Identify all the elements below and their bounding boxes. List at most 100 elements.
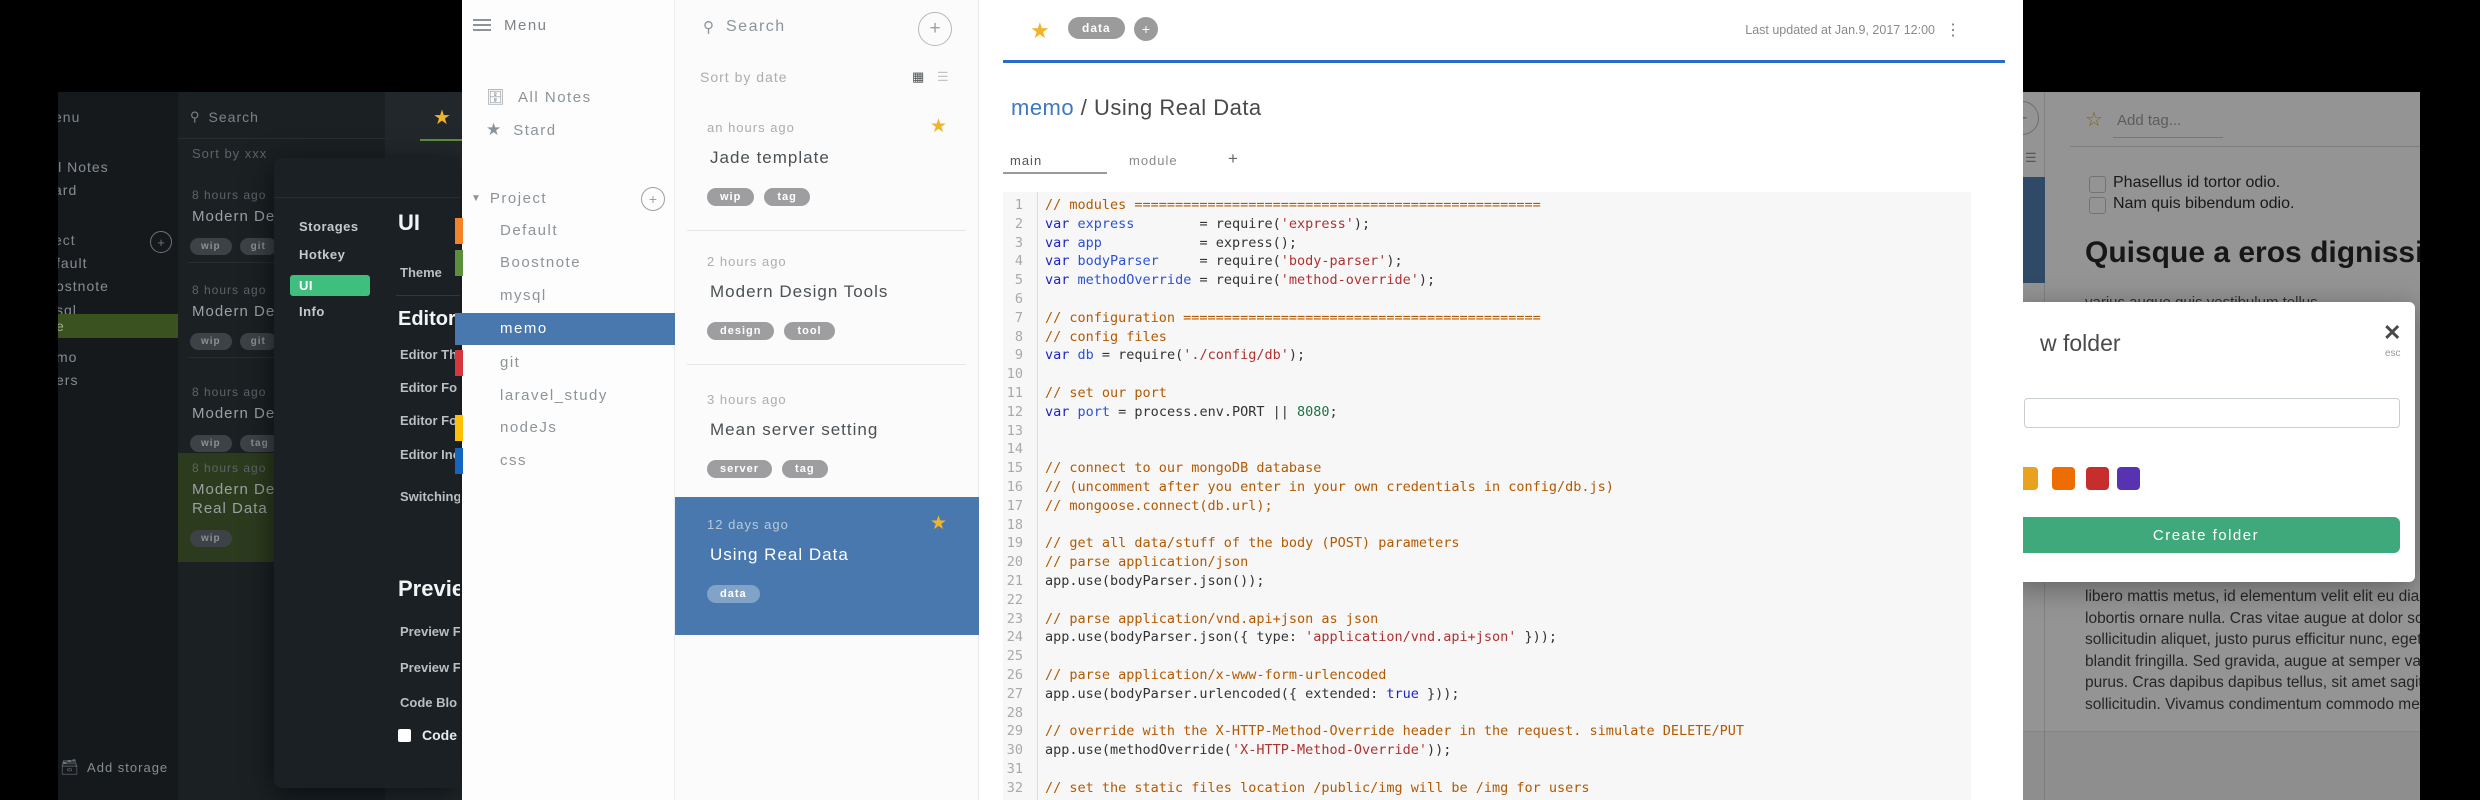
note-tag-pill[interactable]: data [1068,17,1125,39]
project-label: Project [489,190,548,207]
sidebar-item-Boostnote[interactable]: Boostnote [455,247,675,279]
note-card[interactable]: 3 hours ago Mean server setting server tag [675,372,979,500]
color-swatch[interactable] [2086,467,2109,490]
add-tag-button[interactable]: + [1134,17,1158,41]
sidebar-item-memo[interactable]: memo [455,313,675,345]
sidebar-item-all-notes[interactable]: 🗄 All Notes [486,88,592,107]
line-number: 22 [1006,591,1023,608]
line-number: 18 [1006,516,1023,533]
note-title: Real Data [192,500,268,517]
dark-sidebar-item[interactable]: fault [58,255,87,271]
code-line: // (uncomment after you enter in your ow… [1045,478,1614,495]
note-time: 12 days ago [707,517,789,532]
search-placeholder: Search [726,18,786,35]
note-tags: wip [190,528,240,547]
new-tab-button[interactable]: + [1228,149,1238,169]
page-title: memo / Using Real Data [1011,95,1262,121]
archive-icon: 🗄 [486,89,506,106]
star-icon[interactable]: ★ [930,512,947,535]
popup-nav-item[interactable]: Storages [299,219,359,234]
dark-project-label[interactable]: ect [58,232,76,248]
sidebar-item-mysql[interactable]: mysql [455,280,675,312]
popup-setting-row: Editor Fo [400,380,458,395]
tag-pill: tag [782,460,828,478]
title-folder-link[interactable]: memo [1011,95,1074,120]
sidebar-item-label: mysql [500,287,547,304]
popup-checkbox[interactable] [398,729,411,742]
dark-sort-label[interactable]: Sort by xxx [192,146,267,161]
sidebar-item-laravel_study[interactable]: laravel_study [455,380,675,412]
note-card[interactable]: 2 hours ago Modern Design Tools design tool [675,234,979,362]
note-card[interactable]: an hours ago ★ Jade template wip tag [675,100,979,228]
right-window: + ☰ ☆ Add tag... Phasellus id tortor odi… [2023,92,2420,800]
dark-sidebar-item-starred[interactable]: ard [58,182,77,198]
code-line: // config files [1045,328,1167,345]
sidebar-item-nodeJs[interactable]: nodeJs [455,412,675,444]
dark-add-storage[interactable]: 🗃 Add storage [60,758,168,776]
star-icon[interactable]: ★ [930,115,947,138]
dark-sidebar-item[interactable]: mo [58,349,77,365]
sort-selector[interactable]: Sort by date [700,69,788,85]
kebab-menu-icon[interactable]: ⋮ [1945,20,1961,40]
tag-pill: wip [190,435,232,452]
code-line: app.use(bodyParser.urlencoded({ extended… [1045,685,1460,702]
divider [687,364,966,365]
tab-module[interactable]: module [1129,153,1178,168]
note-card-selected[interactable]: 12 days ago ★ Using Real Data data [675,497,979,635]
popup-nav-item[interactable]: Info [299,304,325,319]
add-folder-button[interactable]: + [641,187,665,211]
all-notes-label: All Notes [518,88,592,106]
popup-nav-item[interactable]: Hotkey [299,247,345,262]
tag-pill: git [239,333,277,350]
sidebar-item-git[interactable]: git [455,347,675,379]
note-tags: data [707,584,770,603]
tab-main[interactable]: main [1010,153,1042,168]
code-line: // set the static files location /public… [1045,779,1590,796]
sidebar-item-starred[interactable]: ★ Stard [486,120,557,140]
line-number: 23 [1006,610,1023,627]
tag-pill: server [707,460,773,478]
note-time: an hours ago [707,120,795,135]
code-line: // parse application/x-www-form-urlencod… [1045,666,1387,683]
color-swatch[interactable] [2117,467,2140,490]
menu-toggle[interactable]: Menu [473,16,548,34]
sidebar-item-css[interactable]: css [455,445,675,477]
note-title: Modern Design Tools [710,282,889,301]
dark-sidebar-item-all-notes[interactable]: ll Notes [58,159,109,175]
dark-search-field[interactable]: ⚲ Search [190,109,259,125]
tag-pill: wip [190,238,232,255]
list-view-icon[interactable]: ☰ [937,69,949,85]
code-line: // modules =============================… [1045,197,1541,213]
line-number: 3 [1014,234,1023,251]
dialog-title: w folder [2040,330,2121,356]
color-swatch[interactable] [2052,467,2075,490]
code-editor[interactable]: 1 2 3 4 5 6 7 8 9 10 11 12 13 14 15 16 17 18 19 20 21 22 23 24 2… [1003,192,1971,800]
dark-sidebar-item[interactable]: ers [58,372,78,388]
star-icon[interactable]: ★ [433,105,451,130]
popup-preview-heading: Previe [398,576,460,601]
line-number: 14 [1006,441,1023,458]
grid-view-icon[interactable]: ▦ [912,69,924,85]
hamburger-icon [473,16,491,34]
close-icon[interactable]: ✕ [2383,320,2401,346]
line-number: 24 [1006,629,1023,646]
create-folder-button[interactable]: Create folder [2023,517,2400,553]
search-field[interactable]: ⚲ Search [703,18,786,36]
project-header[interactable]: ▼ Project [471,190,547,207]
star-toggle-icon[interactable]: ★ [1030,18,1050,44]
new-note-button[interactable]: + [918,12,952,46]
sidebar-item-Default[interactable]: Default [455,215,675,247]
dark-menu-label[interactable]: enu [58,109,80,125]
popup-setting-row: Editor Th [400,347,458,362]
folder-name-input[interactable] [2024,398,2400,428]
color-swatch[interactable] [2023,467,2038,490]
popup-ui-title: UI [398,210,420,235]
dark-sidebar-item-selected[interactable] [58,314,178,338]
dark-add-folder-button[interactable]: + [150,231,172,253]
line-number: 11 [1006,384,1023,401]
dark-sidebar-item[interactable]: ostnote [58,278,109,294]
